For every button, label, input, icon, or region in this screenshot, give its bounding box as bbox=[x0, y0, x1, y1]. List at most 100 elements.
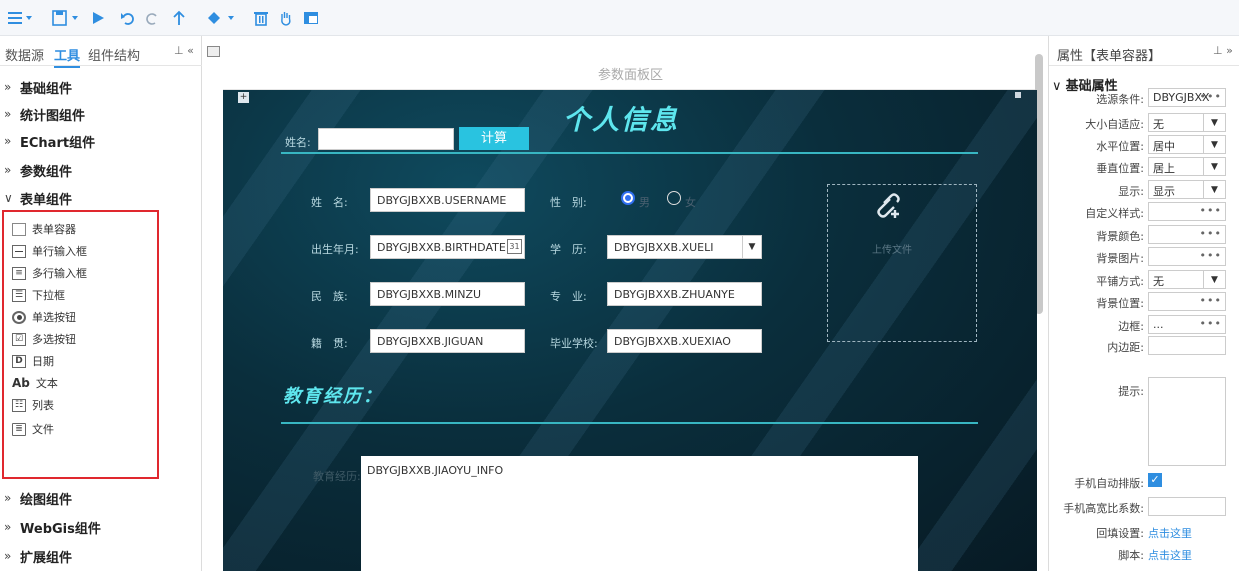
component-text[interactable]: Ab 文本 bbox=[12, 374, 58, 392]
property-label: 显示: bbox=[1118, 185, 1144, 198]
redo-icon[interactable] bbox=[143, 8, 161, 28]
pin-collapse-icon[interactable]: ⊥ « bbox=[174, 44, 194, 57]
gender-female-radio[interactable] bbox=[667, 191, 681, 205]
undo-icon[interactable] bbox=[119, 8, 137, 28]
delete-icon[interactable] bbox=[252, 8, 270, 28]
script-link[interactable]: 点击这里 bbox=[1148, 547, 1192, 563]
category-extension[interactable]: » 扩展组件 bbox=[4, 545, 72, 567]
category-form[interactable]: ∨ 表单组件 bbox=[4, 187, 72, 209]
mobile-ratio-input[interactable] bbox=[1148, 497, 1226, 516]
search-name-input[interactable] bbox=[318, 128, 454, 150]
component-label: 下拉框 bbox=[32, 289, 65, 302]
component-file[interactable]: ≣ 文件 bbox=[12, 420, 54, 438]
category-echart[interactable]: » EChart组件 bbox=[4, 130, 95, 152]
tab-datasource[interactable]: 数据源 bbox=[5, 45, 44, 64]
property-input[interactable]: ••• bbox=[1148, 247, 1226, 266]
property-label: 平铺方式: bbox=[1096, 275, 1144, 288]
native-place-input[interactable]: DBYGJBXXB.JIGUAN bbox=[370, 329, 525, 353]
education-history-textarea[interactable]: DBYGJBXXB.JIAOYU_INFO bbox=[361, 456, 918, 571]
education-history-label: 教育经历: bbox=[313, 470, 361, 483]
more-icon[interactable]: ••• bbox=[1200, 227, 1222, 240]
component-multi-input[interactable]: ≡ 多行输入框 bbox=[12, 264, 87, 282]
file-icon: ≣ bbox=[12, 422, 26, 436]
window-icon[interactable] bbox=[302, 8, 320, 28]
property-input[interactable]: ... ••• bbox=[1148, 315, 1226, 334]
mobile-layout-checkbox[interactable]: ✓ bbox=[1148, 473, 1162, 487]
play-icon[interactable] bbox=[90, 8, 106, 28]
move-handle-icon[interactable]: + bbox=[238, 92, 249, 103]
gender-male-radio[interactable] bbox=[621, 191, 635, 205]
category-webgis[interactable]: » WebGis组件 bbox=[4, 516, 101, 538]
more-icon[interactable]: ••• bbox=[1200, 204, 1222, 217]
component-checkbox[interactable]: ☑ 多选按钮 bbox=[12, 330, 76, 348]
property-label: 内边距: bbox=[1107, 341, 1144, 354]
more-icon[interactable]: ••• bbox=[1200, 294, 1222, 307]
category-label: 表单组件 bbox=[20, 192, 73, 208]
save-icon[interactable] bbox=[51, 8, 83, 28]
component-list[interactable]: ☷ 列表 bbox=[12, 396, 54, 414]
component-dropdown[interactable]: ☰ 下拉框 bbox=[12, 286, 65, 304]
chevron-down-icon[interactable]: ▼ bbox=[1203, 181, 1225, 198]
chevron-down-icon[interactable]: ▼ bbox=[1203, 136, 1225, 153]
property-label: 背景颜色: bbox=[1096, 230, 1144, 243]
nation-input[interactable]: DBYGJBXXB.MINZU bbox=[370, 282, 525, 306]
component-date[interactable]: D 日期 bbox=[12, 352, 54, 370]
component-single-input[interactable]: 单行输入框 bbox=[12, 242, 87, 260]
property-value: 显示 bbox=[1153, 185, 1175, 198]
property-value: 无 bbox=[1153, 275, 1164, 288]
component-radio[interactable]: 单选按钮 bbox=[12, 308, 76, 326]
property-select[interactable]: 无 ▼ bbox=[1148, 270, 1226, 289]
property-label: 背景图片: bbox=[1096, 252, 1144, 265]
education-label: 学 历: bbox=[550, 243, 587, 256]
chevron-down-icon[interactable]: ▼ bbox=[1203, 158, 1225, 175]
category-basic[interactable]: » 基础组件 bbox=[4, 76, 72, 98]
tip-textarea[interactable] bbox=[1148, 377, 1226, 466]
menu-icon[interactable] bbox=[6, 8, 36, 28]
component-form-container[interactable]: 表单容器 bbox=[12, 220, 76, 238]
property-input[interactable]: ••• bbox=[1148, 292, 1226, 311]
upload-area[interactable]: 上传文件 bbox=[827, 184, 977, 342]
property-select[interactable]: 无 ▼ bbox=[1148, 113, 1226, 132]
category-statistics[interactable]: » 统计图组件 bbox=[4, 103, 85, 125]
tab-tools[interactable]: 工具 bbox=[54, 45, 81, 68]
school-input[interactable]: DBYGJBXXB.XUEXIAO bbox=[607, 329, 762, 353]
more-icon[interactable]: ••• bbox=[1200, 90, 1222, 103]
chevron-down-icon: ∨ bbox=[4, 191, 13, 205]
grid-toggle-icon[interactable] bbox=[207, 46, 220, 57]
more-icon[interactable]: ••• bbox=[1200, 249, 1222, 262]
property-label: 自定义样式: bbox=[1085, 207, 1144, 220]
property-input[interactable] bbox=[1148, 336, 1226, 355]
chevron-down-icon[interactable]: ▼ bbox=[742, 236, 761, 258]
toolbar bbox=[0, 0, 1239, 36]
more-icon[interactable]: ••• bbox=[1200, 317, 1222, 330]
property-label: 选源条件: bbox=[1096, 93, 1144, 106]
fill-icon[interactable] bbox=[205, 8, 239, 28]
form-container[interactable]: + 个人信息 姓名: 计算 姓 名: DBYGJBXXB.USERNAME 性 … bbox=[223, 90, 1037, 571]
component-label: 多行输入框 bbox=[32, 267, 87, 280]
back-icon[interactable] bbox=[170, 8, 188, 28]
education-select[interactable]: DBYGJBXXB.XUELI bbox=[607, 235, 762, 259]
property-select[interactable]: 显示 ▼ bbox=[1148, 180, 1226, 199]
major-input[interactable]: DBYGJBXXB.ZHUANYE bbox=[607, 282, 762, 306]
component-label: 文件 bbox=[32, 423, 54, 436]
nation-label: 民 族: bbox=[311, 290, 348, 303]
property-select[interactable]: 居中 ▼ bbox=[1148, 135, 1226, 154]
hand-icon[interactable] bbox=[277, 8, 295, 28]
calendar-icon[interactable]: 31 bbox=[507, 239, 522, 254]
category-param[interactable]: » 参数组件 bbox=[4, 159, 72, 181]
pin-collapse-icon[interactable]: ⊥ » bbox=[1213, 44, 1233, 57]
tab-component-structure[interactable]: 组件结构 bbox=[88, 45, 140, 64]
property-input[interactable]: DBYGJBXX ••• bbox=[1148, 88, 1226, 107]
property-input[interactable]: ••• bbox=[1148, 225, 1226, 244]
calculate-button[interactable]: 计算 bbox=[459, 127, 529, 150]
fill-setting-link[interactable]: 点击这里 bbox=[1148, 525, 1192, 541]
resize-handle[interactable] bbox=[1015, 92, 1021, 98]
property-input[interactable]: ••• bbox=[1148, 202, 1226, 221]
property-select[interactable]: 居上 ▼ bbox=[1148, 157, 1226, 176]
category-label: EChart组件 bbox=[20, 135, 96, 151]
category-drawing[interactable]: » 绘图组件 bbox=[4, 487, 72, 509]
chevron-down-icon[interactable]: ▼ bbox=[1203, 114, 1225, 131]
birth-input[interactable]: DBYGJBXXB.BIRTHDATE bbox=[370, 235, 525, 259]
name-input[interactable]: DBYGJBXXB.USERNAME bbox=[370, 188, 525, 212]
chevron-down-icon[interactable]: ▼ bbox=[1203, 271, 1225, 288]
